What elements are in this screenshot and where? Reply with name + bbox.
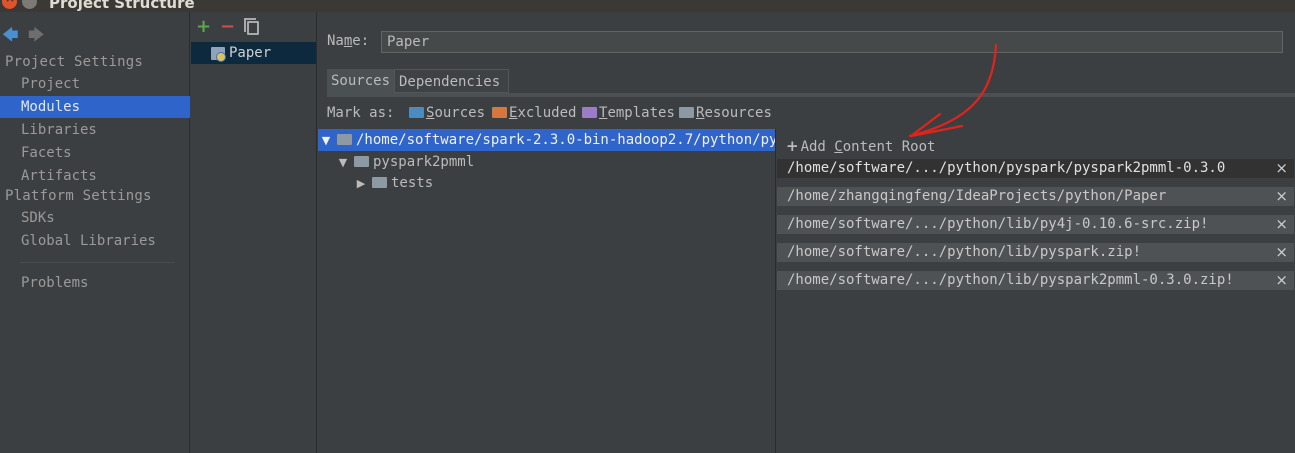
content-root-path: /home/software/.../python/lib/pyspark.zi…: [787, 244, 1142, 260]
resources-folder-icon: [679, 107, 694, 118]
project-settings-header: Project Settings: [5, 54, 144, 70]
module-details-panel: Name: Paper Sources Dependencies Mark as…: [318, 12, 1295, 453]
content-root-row[interactable]: /home/software/.../python/lib/py4j-0.10.…: [777, 215, 1294, 234]
mark-as-templates-button[interactable]: Templates: [582, 105, 675, 121]
content-root-path: /home/software/.../python/lib/pyspark2pm…: [787, 272, 1234, 288]
expanded-arrow-icon[interactable]: ▼: [319, 130, 333, 152]
expanded-arrow-icon[interactable]: ▼: [336, 152, 350, 174]
content-root-path: /home/software/.../python/lib/py4j-0.10.…: [787, 216, 1209, 232]
content-root-row[interactable]: /home/software/.../python/lib/pyspark.zi…: [777, 243, 1294, 262]
window-titlebar: Project Structure: [0, 0, 1295, 12]
add-content-root-button[interactable]: + Add Content Root: [786, 137, 935, 155]
sidebar-divider: [20, 262, 175, 263]
add-module-icon[interactable]: +: [196, 18, 211, 36]
sidebar-item-problems[interactable]: Problems: [0, 272, 190, 294]
folder-icon: [337, 134, 352, 145]
tab-sources[interactable]: Sources: [327, 69, 394, 93]
remove-root-icon[interactable]: ×: [1275, 159, 1288, 177]
module-list-item[interactable]: Paper: [191, 42, 316, 64]
window-title: Project Structure: [49, 0, 195, 12]
templates-folder-icon: [582, 107, 597, 118]
content-root-row[interactable]: /home/zhangqingfeng/IdeaProjects/python/…: [777, 187, 1294, 206]
content-roots-panel: + Add Content Root /home/software/.../pyt…: [775, 129, 1295, 453]
tree-node-pyspark2pmml[interactable]: ▼ pyspark2pmml: [318, 151, 474, 173]
tree-node-label: tests: [391, 175, 434, 191]
settings-sidebar: 🡄 🡆 Project Settings Project Modules Lib…: [0, 12, 190, 453]
excluded-folder-icon: [492, 107, 507, 118]
module-list-item-label: Paper: [229, 45, 272, 61]
sidebar-item-global-libraries[interactable]: Global Libraries: [0, 230, 190, 252]
tree-node-root[interactable]: ▼ /home/software/spark-2.3.0-bin-hadoop2.…: [318, 129, 775, 151]
folder-icon: [372, 177, 387, 188]
collapsed-arrow-icon[interactable]: ▶: [354, 173, 368, 195]
mark-as-label: Mark as:: [327, 105, 395, 121]
tree-node-label: /home/software/spark-2.3.0-bin-hadoop2.7…: [356, 132, 775, 148]
tree-node-tests[interactable]: ▶ tests: [318, 172, 433, 194]
close-window-icon[interactable]: [2, 0, 17, 9]
remove-root-icon[interactable]: ×: [1275, 271, 1288, 289]
sidebar-item-artifacts[interactable]: Artifacts: [0, 165, 190, 187]
tab-dependencies[interactable]: Dependencies: [394, 69, 509, 93]
sidebar-item-sdks[interactable]: SDKs: [0, 207, 190, 229]
back-arrow-icon[interactable]: 🡄: [2, 24, 19, 51]
plus-icon: +: [786, 137, 799, 155]
remove-module-icon[interactable]: −: [220, 18, 235, 36]
module-list-panel: + − Paper: [191, 12, 317, 453]
content-root-path: /home/zhangqingfeng/IdeaProjects/python/…: [787, 188, 1167, 204]
mark-as-excluded-button[interactable]: Excluded: [492, 105, 576, 121]
remove-root-icon[interactable]: ×: [1275, 187, 1288, 205]
content-root-row[interactable]: /home/software/.../python/lib/pyspark2pm…: [777, 271, 1294, 290]
name-label: Name:: [327, 33, 370, 49]
content-root-row[interactable]: /home/software/.../python/pyspark/pyspar…: [777, 159, 1294, 178]
sidebar-item-project[interactable]: Project: [0, 73, 190, 95]
folder-icon: [354, 156, 369, 167]
copy-module-icon[interactable]: [244, 18, 259, 35]
module-name-input[interactable]: Paper: [381, 31, 1283, 53]
mark-as-resources-button[interactable]: Resources: [679, 105, 772, 121]
remove-root-icon[interactable]: ×: [1275, 243, 1288, 261]
remove-root-icon[interactable]: ×: [1275, 215, 1288, 233]
content-root-path: /home/software/.../python/pyspark/pyspar…: [787, 160, 1226, 176]
python-module-icon: [211, 47, 226, 62]
platform-settings-header: Platform Settings: [5, 188, 152, 204]
sidebar-item-facets[interactable]: Facets: [0, 142, 190, 164]
tab-underline: [327, 93, 1295, 97]
forward-arrow-icon[interactable]: 🡆: [28, 24, 45, 51]
sidebar-item-libraries[interactable]: Libraries: [0, 119, 190, 141]
sidebar-item-modules[interactable]: Modules: [0, 96, 190, 118]
tree-node-label: pyspark2pmml: [373, 154, 475, 170]
source-tree: ▼ /home/software/spark-2.3.0-bin-hadoop2.…: [318, 129, 775, 453]
sources-folder-icon: [409, 107, 424, 118]
mark-as-sources-button[interactable]: Sources: [409, 105, 485, 121]
minimize-window-icon[interactable]: [22, 0, 37, 9]
